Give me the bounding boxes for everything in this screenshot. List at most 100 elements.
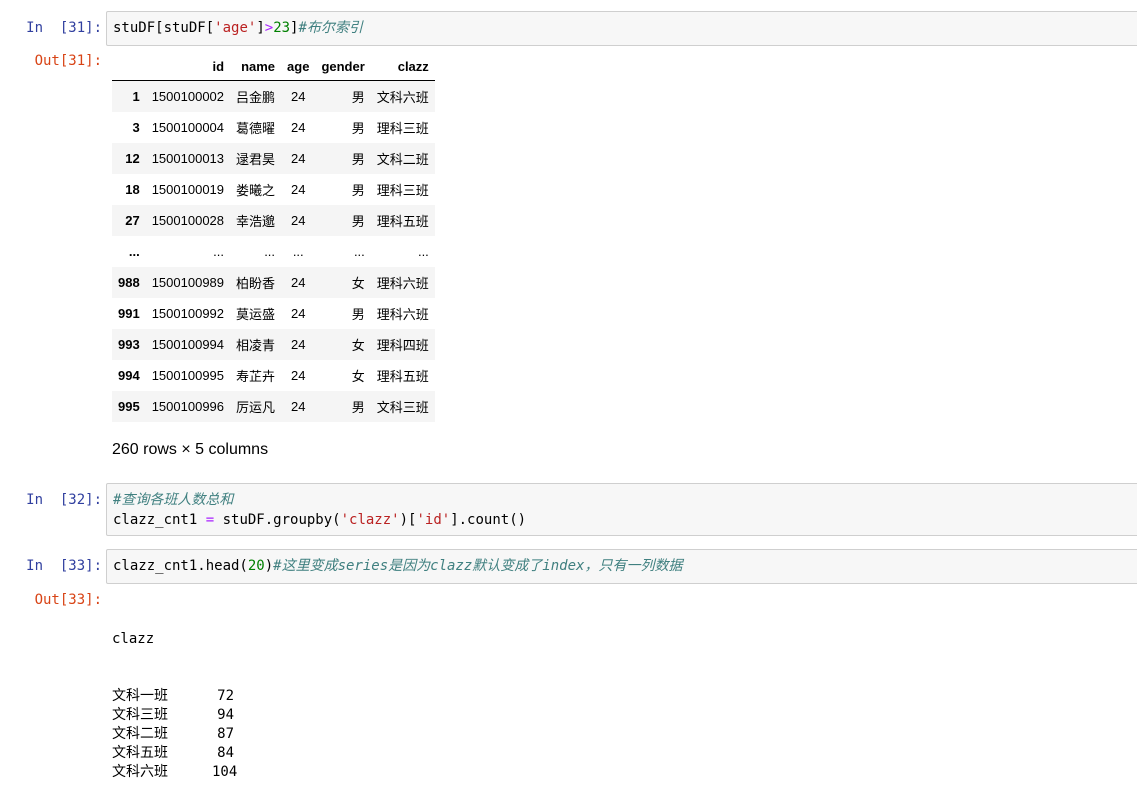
series-output: clazz 文科一班 72 文科三班 94 文科二班 87 文科五班 84 文科六班 104 bbox=[112, 592, 238, 801]
code-token: clazz_cnt1 bbox=[113, 512, 206, 528]
cell-gender: 女 bbox=[351, 338, 365, 353]
output-prompt-31: Out[31]: bbox=[34, 53, 102, 69]
cell-age: ... bbox=[292, 244, 304, 259]
series-line: 文科一班 72 bbox=[112, 687, 234, 706]
input-prompt-31: In [31]: bbox=[26, 20, 102, 36]
cell-clazz: 理科三班 bbox=[376, 121, 429, 136]
series-line: 文科五班 84 bbox=[112, 744, 234, 763]
input-prompt-33: In [33]: bbox=[26, 558, 102, 574]
table-header-row: id name age gender clazz bbox=[112, 52, 435, 81]
series-key: 文科三班 bbox=[112, 707, 168, 723]
cell-name: 厉运凡 bbox=[236, 400, 276, 415]
series-line: 文科六班 104 bbox=[112, 763, 238, 782]
series-line: 文科三班 94 bbox=[112, 706, 234, 725]
row-index: 993 bbox=[118, 337, 140, 352]
series-key: 文科五班 bbox=[112, 745, 168, 761]
code-token: clazz_cnt1.head( bbox=[113, 558, 248, 574]
row-index: 27 bbox=[125, 213, 140, 228]
code-comment: #查询各班人数总和 bbox=[113, 492, 234, 508]
cell-clazz: 理科五班 bbox=[376, 214, 429, 229]
code-string: 'clazz' bbox=[340, 512, 400, 528]
series-index-name: clazz bbox=[112, 631, 155, 647]
code-cell-33[interactable]: clazz_cnt1.head(20)#这里变成series是因为clazz默认… bbox=[106, 549, 1137, 584]
column-header-name: name bbox=[230, 52, 282, 81]
table-row: .................. bbox=[112, 236, 435, 267]
row-index: 991 bbox=[118, 306, 140, 321]
code-token: ] bbox=[256, 20, 265, 36]
cell-gender: 女 bbox=[351, 276, 365, 291]
row-index: 995 bbox=[118, 399, 140, 414]
cell-gender: 男 bbox=[351, 121, 365, 136]
row-index: 18 bbox=[125, 182, 140, 197]
cell-gender: 男 bbox=[351, 90, 365, 105]
code-token: stuDF.groupby( bbox=[214, 512, 341, 528]
cell-age: 24 bbox=[291, 399, 306, 414]
cell-id: 1500100996 bbox=[151, 399, 225, 414]
cell-age: 24 bbox=[291, 120, 306, 135]
cell-age: 24 bbox=[291, 151, 306, 166]
table-row: 12 1500100013 逯君昊 24 男文科二班 bbox=[112, 143, 435, 174]
series-value: 94 bbox=[217, 707, 234, 723]
row-index: 1 bbox=[132, 89, 140, 104]
cell-name: ... bbox=[264, 244, 276, 259]
rows-info: 260 rows × 5 columns bbox=[112, 441, 269, 458]
cell-clazz: 理科三班 bbox=[376, 183, 429, 198]
cell-age: 24 bbox=[291, 306, 306, 321]
cell-id: 1500100992 bbox=[151, 306, 225, 321]
cell-clazz: 理科四班 bbox=[376, 338, 429, 353]
cell-id: 1500100002 bbox=[151, 89, 225, 104]
cell-clazz: ... bbox=[417, 244, 429, 259]
cell-clazz: 理科六班 bbox=[376, 307, 429, 322]
code-cell-32[interactable]: #查询各班人数总和 clazz_cnt1 = stuDF.groupby('cl… bbox=[106, 483, 1137, 536]
table-row: 995 1500100996 厉运凡 24 男文科三班 bbox=[112, 391, 435, 422]
cell-id: 1500100013 bbox=[151, 151, 225, 166]
cell-age: 24 bbox=[291, 182, 306, 197]
cell-name: 相凌青 bbox=[236, 338, 276, 353]
cell-id: 1500100019 bbox=[151, 182, 225, 197]
cell-gender: 男 bbox=[351, 400, 365, 415]
cell-age: 24 bbox=[291, 275, 306, 290]
cell-age: 24 bbox=[291, 337, 306, 352]
dataframe-table: id name age gender clazz 1 1500100002 吕金鹏 2… bbox=[112, 52, 435, 422]
cell-id: 1500100028 bbox=[151, 213, 225, 228]
code-cell-31[interactable]: stuDF[stuDF['age']>23]#布尔索引 bbox=[106, 11, 1137, 46]
cell-age: 24 bbox=[291, 368, 306, 383]
series-key: 文科二班 bbox=[112, 726, 168, 742]
row-index: ... bbox=[128, 244, 140, 259]
code-string: 'age' bbox=[214, 20, 257, 36]
code-token: stuDF[stuDF[ bbox=[113, 20, 215, 36]
series-key: 文科一班 bbox=[112, 688, 168, 704]
table-row: 991 1500100992 莫运盛 24 男理科六班 bbox=[112, 298, 435, 329]
cell-id: ... bbox=[213, 244, 225, 259]
cell-name: 柏盼香 bbox=[236, 276, 276, 291]
cell-id: 1500100995 bbox=[151, 368, 225, 383]
cell-clazz: 文科二班 bbox=[376, 152, 429, 167]
series-line: 文科二班 87 bbox=[112, 725, 234, 744]
series-value: 104 bbox=[212, 764, 238, 780]
row-index: 994 bbox=[118, 368, 140, 383]
column-header-age: age bbox=[281, 52, 316, 81]
row-index: 988 bbox=[118, 275, 140, 290]
code-operator: = bbox=[205, 512, 215, 528]
cell-gender: 男 bbox=[351, 183, 365, 198]
column-header-clazz: clazz bbox=[370, 52, 435, 81]
series-value: 72 bbox=[217, 688, 234, 704]
code-token: ) bbox=[264, 558, 274, 574]
table-row: 1 1500100002 吕金鹏 24 男文科六班 bbox=[112, 80, 435, 112]
code-number: 20 bbox=[247, 558, 265, 574]
cell-name: 莫运盛 bbox=[236, 307, 276, 322]
cell-name: 葛德曜 bbox=[236, 121, 276, 136]
cell-gender: 女 bbox=[351, 369, 365, 384]
series-key: 文科六班 bbox=[112, 764, 168, 780]
code-string: 'id' bbox=[416, 512, 451, 528]
code-operator: > bbox=[264, 20, 274, 36]
cell-clazz: 文科六班 bbox=[376, 90, 429, 105]
code-number: 23 bbox=[273, 20, 291, 36]
cell-gender: 男 bbox=[351, 214, 365, 229]
table-row: 27 1500100028 幸浩邈 24 男理科五班 bbox=[112, 205, 435, 236]
table-row: 993 1500100994 相凌青 24 女理科四班 bbox=[112, 329, 435, 360]
cell-gender: ... bbox=[353, 244, 365, 259]
cell-gender: 男 bbox=[351, 152, 365, 167]
cell-name: 幸浩邈 bbox=[236, 214, 276, 229]
code-comment: #这里变成series是因为clazz默认变成了index，只有一列数据 bbox=[273, 558, 683, 574]
